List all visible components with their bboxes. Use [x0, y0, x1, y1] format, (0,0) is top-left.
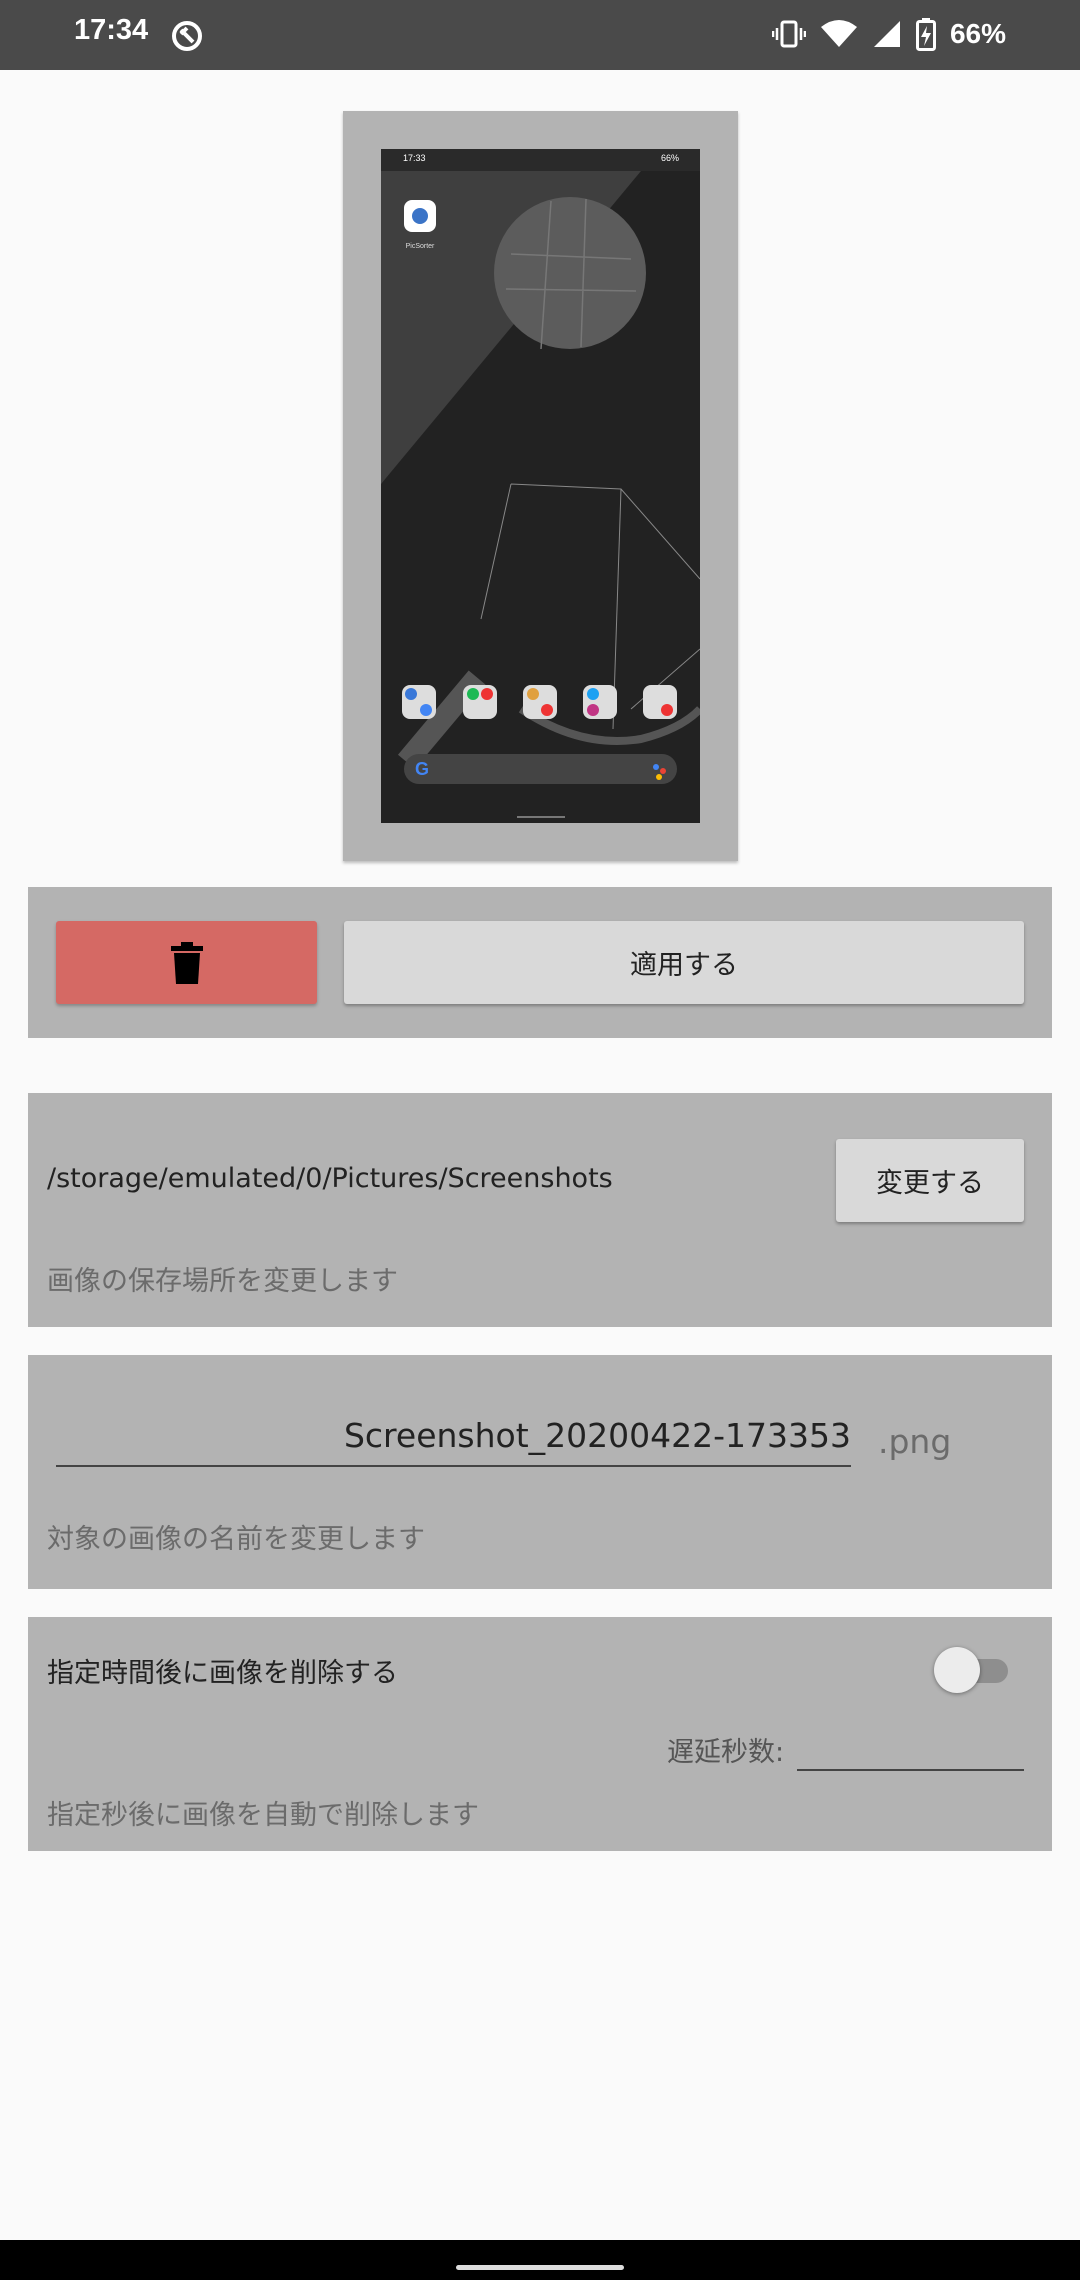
screenshot-preview: G 17:33 66% PicSorter — [343, 111, 738, 861]
status-icons: 66% — [771, 14, 1006, 54]
status-time: 17:34 — [74, 14, 149, 46]
preview-time: 17:33 — [403, 153, 426, 163]
auto-delete-description: 指定秒後に画像を自動で削除します — [47, 1800, 479, 1831]
preview-screen: G 17:33 66% PicSorter — [381, 149, 700, 823]
home-gesture-handle[interactable] — [456, 2265, 624, 2270]
filename-input[interactable] — [56, 1411, 851, 1467]
preview-app-label: PicSorter — [405, 243, 435, 250]
vibrate-icon — [771, 20, 806, 48]
change-location-button[interactable]: 変更する — [836, 1139, 1024, 1222]
storage-location-panel: /storage/emulated/0/Pictures/Screenshots… — [28, 1093, 1052, 1327]
apply-button[interactable]: 適用する — [344, 921, 1024, 1004]
storage-description: 画像の保存場所を変更します — [47, 1266, 398, 1297]
auto-delete-panel: 指定時間後に画像を削除する 遅延秒数: 指定秒後に画像を自動で削除します — [28, 1617, 1052, 1851]
app-notification-icon — [172, 21, 202, 51]
trash-icon — [170, 941, 203, 984]
status-bar: 17:34 66% — [0, 0, 1080, 70]
auto-delete-label: 指定時間後に画像を削除する — [47, 1658, 398, 1689]
rename-description: 対象の画像の名前を変更します — [47, 1524, 425, 1555]
navigation-bar — [0, 2240, 1080, 2280]
file-extension: .png — [878, 1422, 952, 1461]
delete-image-button[interactable] — [56, 921, 317, 1004]
toggle-thumb — [934, 1647, 980, 1693]
action-panel: 適用する — [28, 887, 1052, 1038]
cell-signal-icon — [873, 21, 900, 47]
delay-seconds-input[interactable] — [797, 1721, 1024, 1771]
storage-path: /storage/emulated/0/Pictures/Screenshots — [47, 1163, 613, 1194]
svg-text:G: G — [415, 759, 429, 779]
rename-panel: .png 対象の画像の名前を変更します — [28, 1355, 1052, 1589]
delay-seconds-label: 遅延秒数: — [667, 1737, 785, 1768]
auto-delete-toggle[interactable] — [934, 1645, 1014, 1695]
preview-battery: 66% — [661, 153, 680, 163]
home-screen-thumbnail: G — [381, 149, 700, 818]
battery-charging-icon — [915, 18, 936, 51]
battery-percentage: 66% — [949, 18, 1006, 49]
wifi-icon — [820, 20, 857, 47]
